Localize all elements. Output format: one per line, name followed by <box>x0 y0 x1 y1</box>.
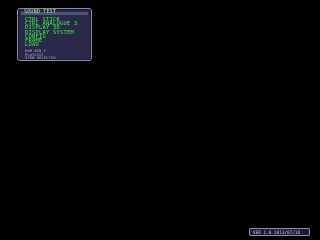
debug-menu-panel: SOUND TEST CTRL STICK CTRL ANALOGUE 3 DI… <box>17 8 92 61</box>
screen: SOUND TEST CTRL STICK CTRL ANALOGUE 3 DI… <box>0 0 320 240</box>
menu-title: SOUND TEST <box>24 9 57 15</box>
menu-info-block: ROM BIN F PLAYLIST STRM SELECTED <box>25 49 56 61</box>
version-text: VER 1.0 2013/07/18 <box>253 230 301 235</box>
menu-item-load[interactable]: LOAD <box>25 42 77 48</box>
menu-list: CTRL STICK CTRL ANALOGUE 3 DISPLAY 3D DI… <box>25 17 77 48</box>
info-line: STRM SELECTED <box>25 56 56 61</box>
version-status-bar: VER 1.0 2013/07/18 <box>249 228 310 236</box>
